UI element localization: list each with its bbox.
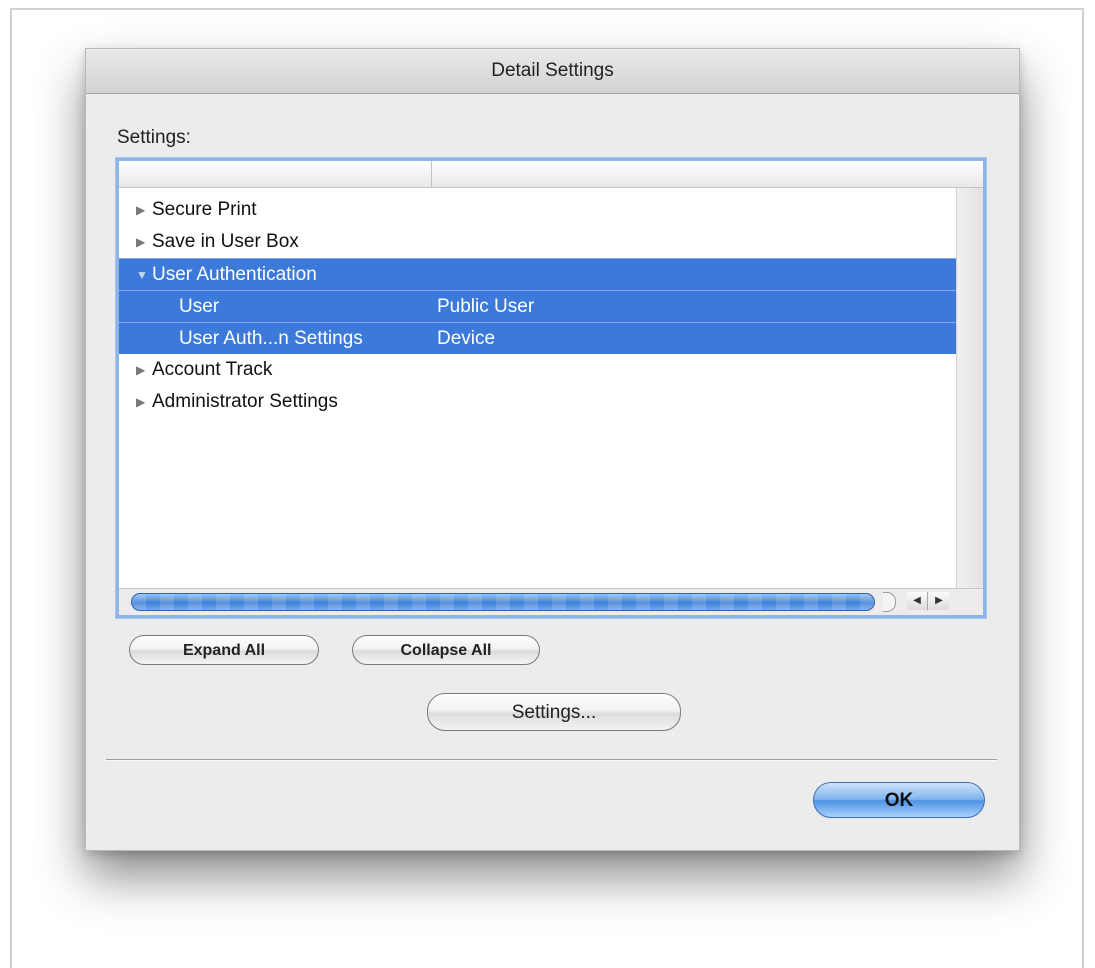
- disclosure-triangle-right-icon[interactable]: ▶: [136, 354, 150, 386]
- disclosure-triangle-right-icon[interactable]: ▶: [136, 194, 150, 226]
- tree-row-label: User Auth...n Settings: [179, 328, 363, 349]
- tree-row-save-in-user-box[interactable]: ▶ Save in User Box: [119, 226, 957, 258]
- tree-row-user[interactable]: User Public User: [119, 290, 957, 322]
- settings-tree[interactable]: ▶ Secure Print ▶ Save in User Box ▼ User…: [116, 158, 986, 618]
- column-header-value[interactable]: [432, 161, 983, 187]
- tree-row-label: Save in User Box: [152, 231, 299, 252]
- tree-row-administrator-settings[interactable]: ▶ Administrator Settings: [119, 386, 957, 418]
- tree-row-label: User Authentication: [152, 264, 317, 285]
- divider: [106, 759, 997, 761]
- ok-button[interactable]: OK: [813, 782, 985, 818]
- expand-all-button[interactable]: Expand All: [129, 635, 319, 665]
- tree-row-value: Device: [437, 328, 496, 349]
- horizontal-scroll-thumb[interactable]: [131, 593, 875, 611]
- tree-row-user-authentication[interactable]: ▼ User Authentication: [119, 258, 957, 290]
- detail-settings-dialog: Detail Settings Settings: ▶ Secure Print…: [85, 48, 1020, 851]
- vertical-scrollbar[interactable]: [956, 188, 983, 615]
- scroll-left-arrow-icon[interactable]: ◀: [907, 592, 928, 610]
- tree-row-label: Administrator Settings: [152, 391, 338, 412]
- tree-row-label: Secure Print: [152, 199, 257, 220]
- collapse-all-button[interactable]: Collapse All: [352, 635, 540, 665]
- tree-row-secure-print[interactable]: ▶ Secure Print: [119, 194, 957, 226]
- column-header-name[interactable]: [119, 161, 432, 187]
- dialog-title: Detail Settings: [86, 49, 1019, 94]
- tree-row-label: Account Track: [152, 359, 273, 380]
- tree-row-user-auth-settings[interactable]: User Auth...n Settings Device: [119, 322, 957, 354]
- tree-row-account-track[interactable]: ▶ Account Track: [119, 354, 957, 386]
- settings-label: Settings:: [117, 127, 191, 148]
- horizontal-scrollbar[interactable]: ◀ ▶: [119, 588, 983, 615]
- scroll-track-end: [883, 592, 896, 612]
- disclosure-triangle-down-icon[interactable]: ▼: [136, 259, 150, 291]
- tree-header: [119, 161, 983, 188]
- tree-rows: ▶ Secure Print ▶ Save in User Box ▼ User…: [119, 194, 957, 418]
- disclosure-triangle-right-icon[interactable]: ▶: [136, 226, 150, 258]
- tree-row-value: Public User: [437, 296, 535, 317]
- tree-row-label: User: [179, 296, 220, 317]
- disclosure-triangle-right-icon[interactable]: ▶: [136, 386, 150, 418]
- scroll-right-arrow-icon[interactable]: ▶: [929, 592, 949, 610]
- settings-button[interactable]: Settings...: [427, 693, 681, 731]
